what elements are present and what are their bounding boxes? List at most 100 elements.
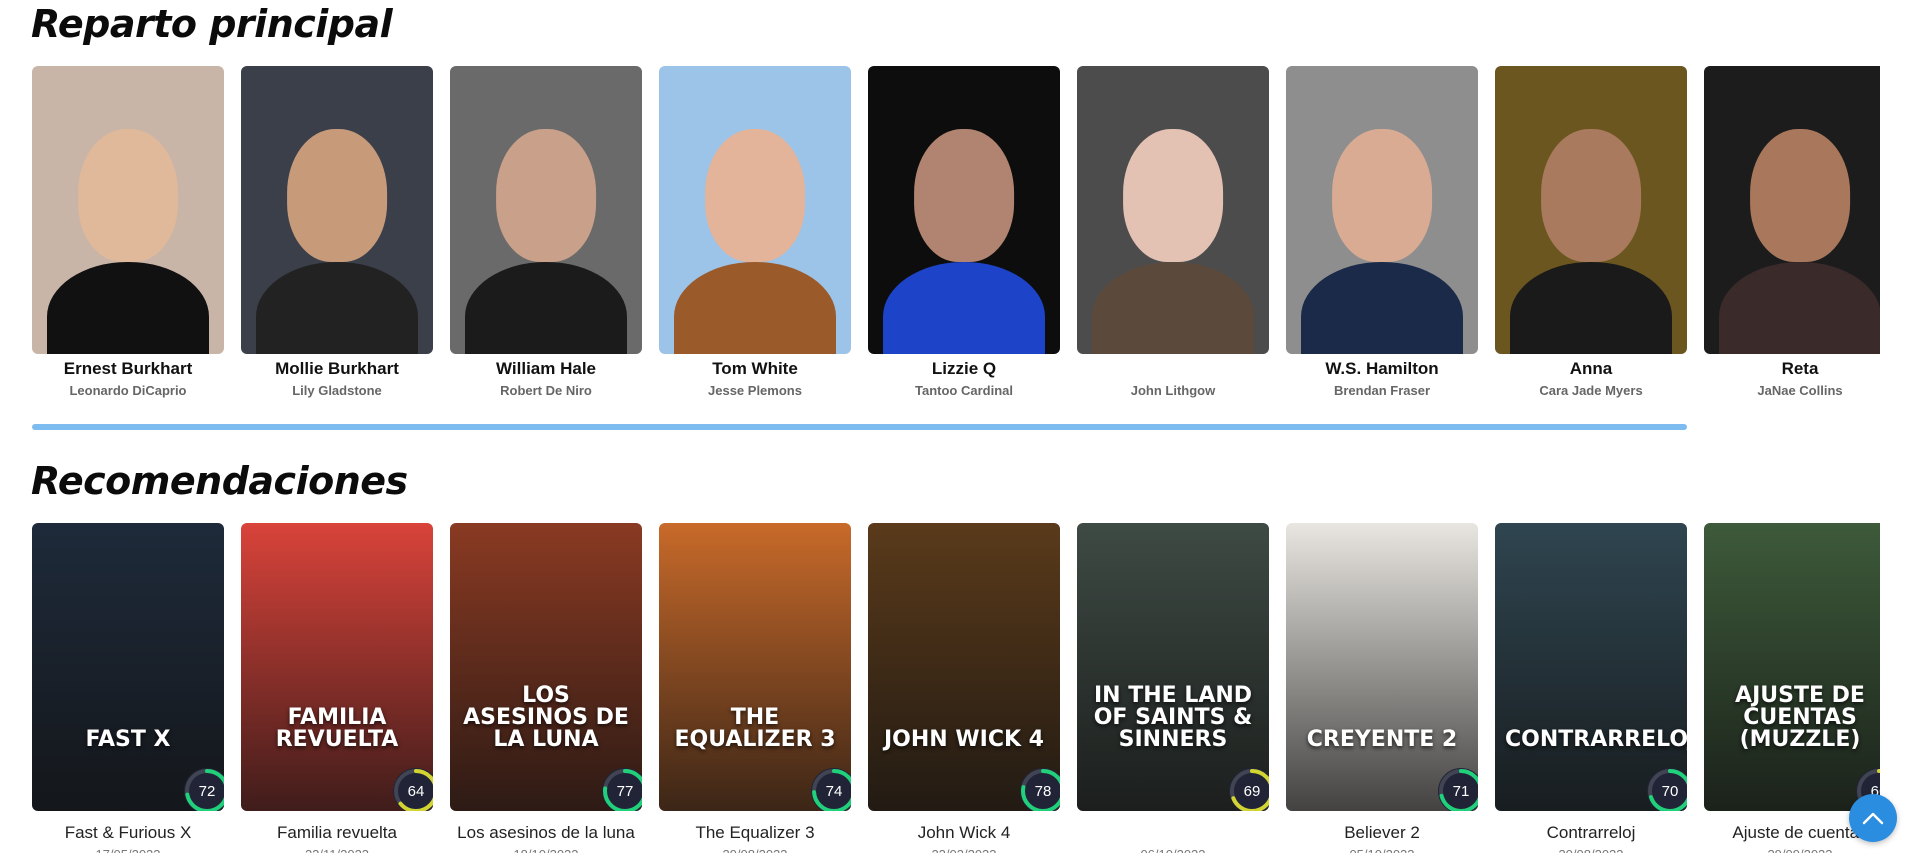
movie-card[interactable]: JOHN WICK 4 78 John Wick 4 22/03/2023 [868, 523, 1060, 853]
poster-title-art: JOHN WICK 4 [884, 727, 1044, 752]
movie-card[interactable]: FAST X 72 Fast & Furious X 17/05/2023 [32, 523, 224, 853]
cast-photo[interactable] [450, 66, 642, 354]
scroll-to-top-button[interactable] [1849, 794, 1897, 842]
character-name: W.S. Hamilton [1325, 359, 1439, 378]
character-name: Mollie Burkhart [275, 359, 399, 378]
release-date: 18/10/2023 [450, 847, 642, 853]
rating-value: 77 [616, 782, 634, 800]
poster-title-art: CONTRARRELOJ [1505, 727, 1687, 752]
character-name: Lizzie Q [931, 359, 997, 378]
cast-card[interactable]: Ernest Burkhart Leonardo DiCaprio [32, 66, 224, 398]
actor-name: Tantoo Cardinal [915, 383, 1013, 398]
cast-photo[interactable] [32, 66, 224, 354]
cast-list[interactable]: Ernest Burkhart Leonardo DiCaprio Mollie B… [32, 66, 1880, 406]
cast-card[interactable]: William Hale Robert De Niro [450, 66, 642, 398]
rating-badge: 77 [602, 768, 642, 811]
actor-name: Brendan Fraser [1333, 383, 1431, 398]
movie-title[interactable] [1077, 823, 1269, 843]
release-date: 22/11/2023 [241, 847, 433, 853]
cast-card[interactable]: John Lithgow [1077, 66, 1269, 398]
rating-badge: 64 [393, 768, 433, 811]
movie-title[interactable]: The Equalizer 3 [659, 823, 851, 843]
movie-poster[interactable]: JOHN WICK 4 78 [868, 523, 1060, 811]
movie-title[interactable]: Believer 2 [1286, 823, 1478, 843]
movie-card[interactable]: CREYENTE 2 71 Believer 2 05/10/2023 [1286, 523, 1478, 853]
cast-card[interactable]: Lizzie Q Tantoo Cardinal [868, 66, 1060, 398]
movie-poster[interactable]: CREYENTE 2 71 [1286, 523, 1478, 811]
cast-card[interactable]: W.S. Hamilton Brendan Fraser [1286, 66, 1478, 398]
movie-title[interactable]: Los asesinos de la luna [450, 823, 642, 843]
rating-badge: 74 [811, 768, 851, 811]
movie-poster[interactable]: FAMILIA REVUELTA 64 [241, 523, 433, 811]
recommendations-list[interactable]: FAST X 72 Fast & Furious X 17/05/2023 FAMILI… [32, 523, 1880, 853]
movie-poster[interactable]: IN THE LAND OF SAINTS & SINNERS 69 [1077, 523, 1269, 811]
rating-badge: 70 [1647, 768, 1687, 811]
actor-name: Cara Jade Myers [1539, 383, 1643, 398]
actor-name: Jesse Plemons [708, 383, 802, 398]
actor-name: Robert De Niro [500, 383, 592, 398]
movie-poster[interactable]: THE EQUALIZER 3 74 [659, 523, 851, 811]
rating-value: 64 [407, 782, 425, 800]
rating-value: 72 [198, 782, 216, 800]
poster-title-art: FAST X [85, 727, 171, 752]
release-date: 30/08/2023 [1495, 847, 1687, 853]
rating-badge: 71 [1438, 768, 1478, 811]
cast-card[interactable]: Reta JaNae Collins [1704, 66, 1880, 398]
poster-title-art: LOS ASESINOS DE LA LUNA [463, 683, 629, 752]
release-date: 22/03/2023 [868, 847, 1060, 853]
cast-photo[interactable] [1077, 66, 1269, 354]
character-name: Ernest Burkhart [63, 359, 193, 378]
movie-card[interactable]: FAMILIA REVUELTA 64 Familia revuelta 22/11/… [241, 523, 433, 853]
poster-title-art: IN THE LAND OF SAINTS & SINNERS [1093, 683, 1253, 752]
cast-scrollbar[interactable] [32, 424, 1687, 430]
release-date: 30/08/2023 [659, 847, 851, 853]
movie-title[interactable]: Contrarreloj [1495, 823, 1687, 843]
rating-badge: 72 [184, 768, 224, 811]
chevron-up-icon [1862, 812, 1884, 825]
cast-card[interactable]: Tom White Jesse Plemons [659, 66, 851, 398]
actor-name: Leonardo DiCaprio [69, 383, 187, 398]
movie-title[interactable]: John Wick 4 [868, 823, 1060, 843]
poster-title-art: AJUSTE DE CUENTAS (MUZZLE) [1735, 683, 1865, 752]
cast-card[interactable]: Anna Cara Jade Myers [1495, 66, 1687, 398]
rating-value: 74 [825, 782, 843, 800]
release-date: 06/10/2023 [1077, 847, 1269, 853]
rating-value: 69 [1243, 782, 1261, 800]
rating-value: 71 [1452, 782, 1470, 800]
movie-poster[interactable]: AJUSTE DE CUENTAS (MUZZLE)66 [1704, 523, 1880, 811]
poster-title-art: THE EQUALIZER 3 [674, 705, 836, 752]
release-date: 29/09/2023 [1704, 847, 1880, 853]
cast-card[interactable]: Mollie Burkhart Lily Gladstone [241, 66, 433, 398]
actor-name: JaNae Collins [1757, 383, 1843, 398]
poster-title-art: FAMILIA REVUELTA [275, 705, 399, 752]
rating-value: 70 [1661, 782, 1679, 800]
movie-card[interactable]: THE EQUALIZER 3 74 The Equalizer 3 30/08/20… [659, 523, 851, 853]
rating-badge: 78 [1020, 768, 1060, 811]
character-name: Tom White [712, 359, 798, 378]
movie-poster[interactable]: FAST X 72 [32, 523, 224, 811]
actor-name: John Lithgow [1130, 383, 1216, 398]
movie-title[interactable]: Familia revuelta [241, 823, 433, 843]
movie-card[interactable]: LOS ASESINOS DE LA LUNA 77 Los asesinos de… [450, 523, 642, 853]
movie-poster[interactable]: CONTRARRELOJ 70 [1495, 523, 1687, 811]
recommendations-section-title: Recomendaciones [31, 459, 408, 503]
cast-photo[interactable] [1704, 66, 1880, 354]
cast-section-title: Reparto principal [31, 2, 393, 46]
movie-title[interactable]: Fast & Furious X [32, 823, 224, 843]
movie-poster[interactable]: LOS ASESINOS DE LA LUNA 77 [450, 523, 642, 811]
poster-title-art: CREYENTE 2 [1306, 727, 1458, 752]
actor-name: Lily Gladstone [292, 383, 382, 398]
cast-photo[interactable] [241, 66, 433, 354]
movie-card[interactable]: CONTRARRELOJ 70 Contrarreloj 30/08/2023 [1495, 523, 1687, 853]
cast-photo[interactable] [1286, 66, 1478, 354]
character-name: Reta [1781, 359, 1819, 378]
movie-card[interactable]: IN THE LAND OF SAINTS & SINNERS 69 06/10/… [1077, 523, 1269, 853]
cast-photo[interactable] [1495, 66, 1687, 354]
character-name [1077, 359, 1269, 379]
release-date: 17/05/2023 [32, 847, 224, 853]
cast-photo[interactable] [659, 66, 851, 354]
cast-photo[interactable] [868, 66, 1060, 354]
release-date: 05/10/2023 [1286, 847, 1478, 853]
rating-badge: 69 [1229, 768, 1269, 811]
character-name: William Hale [496, 359, 596, 378]
